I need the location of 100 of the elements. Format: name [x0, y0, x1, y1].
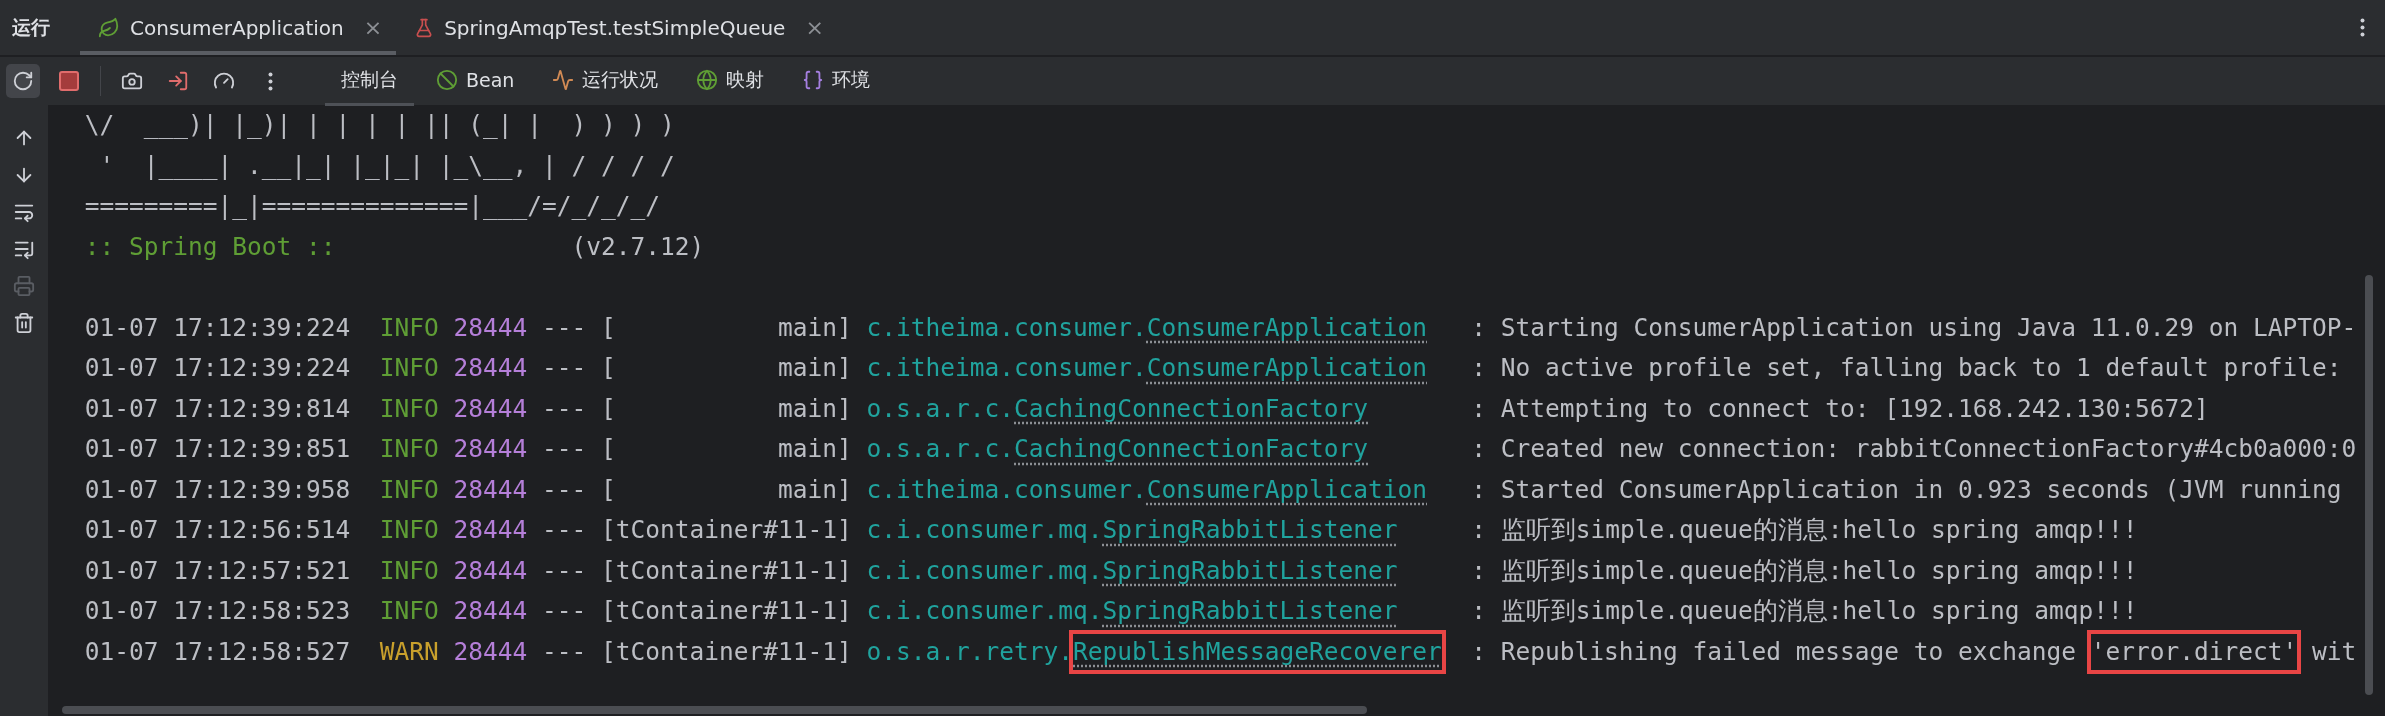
process-id: 28444 — [453, 352, 528, 384]
rerun-icon — [12, 70, 34, 92]
log-timestamp: 01-07 17:12:39:958 — [84, 473, 351, 506]
process-id: 28444 — [453, 514, 528, 546]
log-timestamp: 01-07 17:12:57:521 — [84, 554, 351, 587]
trash-icon[interactable] — [13, 312, 35, 334]
log-message: : 监听到simple.queue的消息:hello spring amqp!!! — [1471, 595, 2138, 627]
logger-package: c.itheima.consumer. — [866, 473, 1147, 506]
logger-package: o.s.a.r.c. — [866, 433, 1015, 465]
separator-text: --- — [542, 473, 587, 506]
pulse-icon — [552, 68, 575, 91]
logger-class-link[interactable]: CachingConnectionFactory — [1014, 390, 1369, 427]
log-timestamp: 01-07 17:12:39:814 — [84, 392, 351, 425]
close-icon[interactable]: × — [363, 15, 383, 40]
logger-class-link[interactable]: ConsumerApplication — [1146, 350, 1428, 386]
logger-package: c.itheima.consumer. — [866, 311, 1147, 344]
separator-text: --- — [542, 433, 587, 465]
braces-icon — [802, 68, 825, 91]
thread-name: [ main] — [601, 311, 852, 344]
separator-text: --- — [542, 514, 587, 546]
view-tab[interactable]: 控制台 — [325, 56, 414, 106]
log-message: : Republishing failed message to exchange — [1471, 635, 2078, 668]
log-level: INFO — [379, 595, 439, 627]
separator-text: --- — [542, 554, 587, 587]
log-timestamp: 01-07 17:12:39:224 — [84, 311, 351, 344]
log-level: INFO — [379, 392, 439, 425]
log-level: INFO — [379, 514, 439, 546]
logger-class-link[interactable]: SpringRabbitListener — [1102, 552, 1398, 589]
separator-text: --- — [542, 311, 587, 344]
log-timestamp: 01-07 17:12:39:224 — [84, 352, 351, 384]
spring-boot-label: :: Spring Boot :: — [83, 230, 337, 263]
horizontal-scrollbar[interactable] — [62, 706, 1367, 714]
logger-package: c.itheima.consumer. — [866, 352, 1147, 384]
process-id: 28444 — [453, 635, 528, 668]
logger-package: o.s.a.r.retry. — [866, 635, 1074, 668]
log-level: WARN — [379, 635, 439, 668]
log-message: : 监听到simple.queue的消息:hello spring amqp!!! — [1471, 554, 2138, 587]
banner-text: \/ ___)| |_)| | | | | || (_| | ) ) ) ) — [83, 109, 675, 141]
log-level: INFO — [379, 554, 439, 587]
log-timestamp: 01-07 17:12:58:523 — [84, 595, 351, 627]
more-icon — [267, 71, 273, 91]
log-message: : Attempting to connect to: [192.168.242.130:5672] — [1471, 392, 2209, 425]
logger-package: c.i.consumer.mq. — [866, 514, 1103, 546]
logger-class-link[interactable]: CachingConnectionFactory — [1014, 431, 1369, 467]
separator-text: --- — [542, 595, 587, 627]
stop-icon — [59, 71, 79, 91]
logger-class-link[interactable]: ConsumerApplication — [1146, 309, 1428, 346]
panel-title: 运行 — [12, 14, 50, 40]
process-id: 28444 — [453, 311, 528, 344]
log-message: : Started ConsumerApplication in 0.923 seconds (JVM running — [1471, 473, 2342, 506]
log-message: : No active profile set, falling back to 1 default profile: — [1471, 352, 2342, 384]
separator-text: --- — [542, 392, 587, 425]
globe-icon — [696, 68, 719, 91]
rerun-button[interactable] — [6, 64, 40, 98]
log-timestamp: 01-07 17:12:58:527 — [84, 635, 351, 668]
close-icon[interactable]: × — [805, 15, 824, 40]
banner-text: =========|_|==============|___/=/_/_/_/ — [83, 190, 660, 222]
circle-slash-icon — [436, 68, 458, 91]
thread-name: [ main] — [601, 433, 852, 465]
thread-name: [ main] — [601, 352, 852, 384]
logger-class-link[interactable]: SpringRabbitListener — [1102, 593, 1398, 629]
process-id: 28444 — [453, 595, 528, 627]
log-message: wit — [2311, 635, 2357, 668]
log-timestamp: 01-07 17:12:39:851 — [84, 433, 351, 465]
thread-name: [tContainer#11-1] — [601, 554, 852, 587]
log-level: INFO — [379, 473, 439, 506]
view-tab[interactable]: 映射 — [680, 56, 781, 106]
logger-package: o.s.a.r.c. — [866, 392, 1015, 425]
process-id: 28444 — [453, 433, 528, 465]
view-tab[interactable]: Bean — [420, 56, 531, 106]
log-message: : Created new connection: rabbitConnectionFactory#4cb0a000:0 — [1471, 433, 2357, 465]
banner-text: ' |____| .__|_| |_|_| |_\__, | / / / / — [98, 149, 675, 182]
process-id: 28444 — [453, 473, 528, 506]
process-id: 28444 — [453, 392, 528, 425]
logger-package: c.i.consumer.mq. — [866, 595, 1103, 627]
spring-leaf-icon — [98, 16, 120, 39]
camera-icon — [121, 70, 143, 92]
thread-name: [tContainer#11-1] — [601, 514, 852, 546]
thread-name: [ main] — [601, 473, 852, 506]
log-level: INFO — [379, 433, 439, 465]
separator-text: --- — [542, 352, 587, 384]
thread-name: [tContainer#11-1] — [601, 635, 852, 668]
thread-name: [ main] — [601, 392, 852, 425]
exit-icon — [167, 70, 189, 92]
logger-package: c.i.consumer.mq. — [866, 554, 1103, 587]
view-tab[interactable]: 环境 — [786, 56, 887, 106]
log-message: : 监听到simple.queue的消息:hello spring amqp!!! — [1471, 514, 2138, 546]
separator-text: --- — [542, 635, 587, 668]
view-tab[interactable]: 运行状况 — [536, 56, 675, 106]
run-tab[interactable]: SpringAmqpTest.testSimpleQueue × — [396, 0, 838, 55]
more-icon[interactable] — [2360, 18, 2365, 37]
process-id: 28444 — [453, 554, 528, 587]
thread-name: [tContainer#11-1] — [601, 595, 852, 627]
log-level: INFO — [379, 311, 439, 344]
log-level: INFO — [379, 352, 439, 384]
logger-class-link[interactable]: ConsumerApplication — [1146, 471, 1428, 508]
logger-class-link[interactable]: SpringRabbitListener — [1102, 512, 1398, 548]
vertical-scrollbar[interactable] — [2365, 275, 2373, 695]
version-text: (v2.7.12) — [571, 230, 705, 263]
log-timestamp: 01-07 17:12:56:514 — [84, 514, 351, 546]
